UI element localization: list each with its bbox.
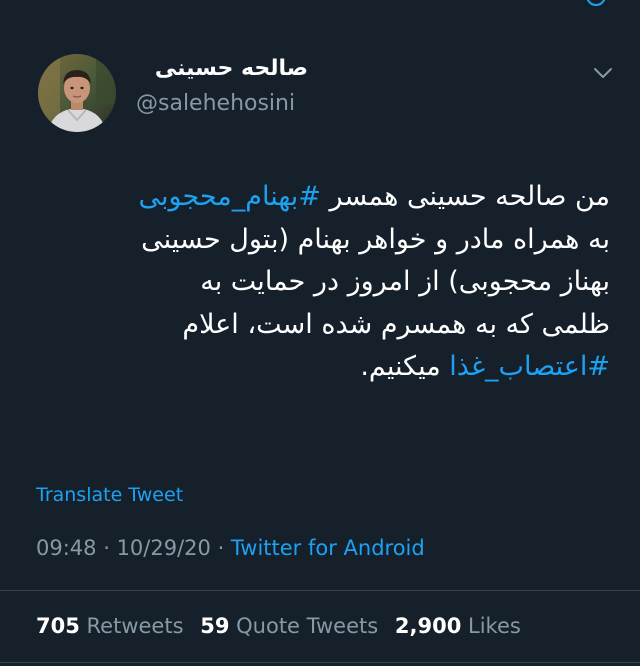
tweet-text: من صالحه حسینی همسر #بهنام_محجوبی به همرا… xyxy=(30,176,610,389)
tweet-line: #اعتصاب_غذا میکنیم. xyxy=(30,346,610,389)
retweets-count: 705 xyxy=(36,614,80,638)
top-edge-icon[interactable] xyxy=(586,0,606,6)
tweet-text-segment: میکنیم. xyxy=(360,351,450,382)
meta-separator: · xyxy=(210,536,231,560)
tweet-text-segment: بهناز محجوبی) از امروز در حمایت به xyxy=(200,266,610,297)
tweet-line: ظلمی که به همسرم شده است، اعلام xyxy=(30,304,610,347)
tweet-meta: 09:48 · 10/29/20 · Twitter for Android xyxy=(36,536,425,560)
chevron-down-icon[interactable] xyxy=(591,64,615,82)
likes-stat[interactable]: 2,900 Likes xyxy=(395,614,521,638)
quote-tweets-count: 59 xyxy=(200,614,230,638)
likes-label: Likes xyxy=(468,614,521,638)
likes-count: 2,900 xyxy=(394,614,462,638)
tweet-time: 09:48 xyxy=(36,536,97,560)
tweet-text-segment: به همراه مادر و خواهر بهنام (بتول حسینی xyxy=(141,223,610,255)
translate-tweet-link[interactable]: Translate Tweet xyxy=(36,484,183,506)
tweet-line: من صالحه حسینی همسر #بهنام_محجوبی xyxy=(30,176,610,219)
retweets-stat[interactable]: 705 Retweets xyxy=(36,614,184,638)
avatar[interactable] xyxy=(38,54,116,132)
meta-separator: · xyxy=(96,536,117,560)
tweet-text-segment: ظلمی که به همسرم شده است، اعلام xyxy=(182,308,610,340)
divider xyxy=(0,590,640,591)
tweet-line: بهناز محجوبی) از امروز در حمایت به xyxy=(30,261,610,304)
tweet-stats: 705 Retweets 59 Quote Tweets 2,900 Likes xyxy=(36,614,531,638)
hashtag-link[interactable]: #بهنام_محجوبی xyxy=(138,181,320,212)
tweet-source-link[interactable]: Twitter for Android xyxy=(231,536,425,560)
retweets-label: Retweets xyxy=(86,614,184,638)
quote-tweets-label: Quote Tweets xyxy=(236,614,379,638)
display-name[interactable]: صالحه حسینی xyxy=(155,56,308,81)
tweet-text-segment: من صالحه حسینی همسر xyxy=(320,181,610,212)
quote-tweets-stat[interactable]: 59 Quote Tweets xyxy=(200,614,378,638)
hashtag-link[interactable]: #اعتصاب_غذا xyxy=(449,351,610,382)
tweet-date: 10/29/20 xyxy=(116,536,211,560)
user-handle[interactable]: @salehehosini xyxy=(136,91,295,116)
tweet-line: به همراه مادر و خواهر بهنام (بتول حسینی xyxy=(30,219,610,262)
divider xyxy=(0,662,640,663)
